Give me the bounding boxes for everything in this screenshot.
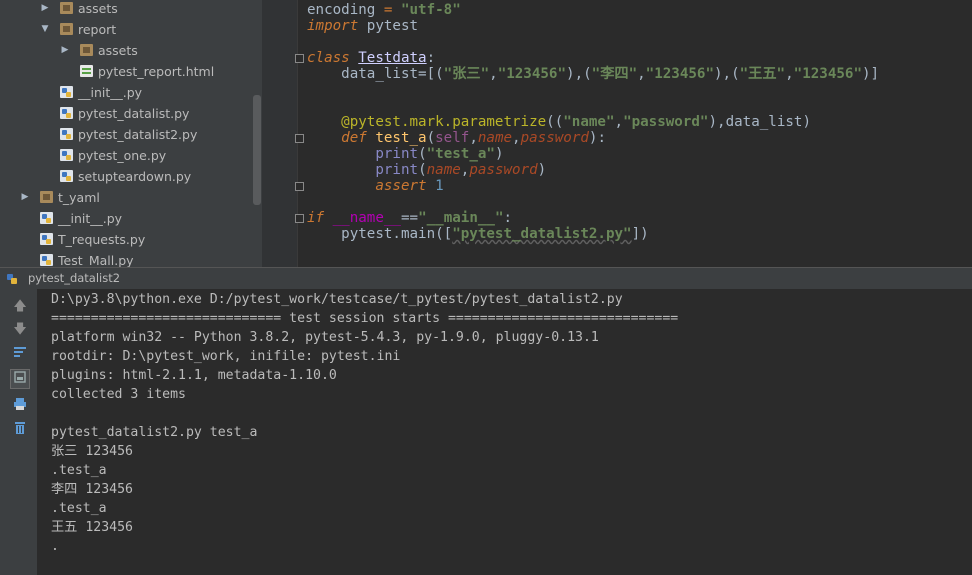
- tree-item-pytest-datalist[interactable]: pytest_datalist.py: [0, 103, 262, 124]
- console-line: pytest_datalist2.py test_a: [51, 425, 258, 440]
- chevron-right-icon[interactable]: ▶: [60, 40, 70, 61]
- folder-icon: [40, 191, 53, 203]
- tree-item-label: t_yaml: [58, 190, 100, 205]
- run-tab-title[interactable]: pytest_datalist2: [28, 271, 120, 285]
- tree-item-label: pytest_one.py: [78, 148, 167, 163]
- editor-gutter: [262, 0, 298, 267]
- code-line: data_list=[("张三","123456"),("李四","123456…: [307, 66, 880, 82]
- chevron-right-icon[interactable]: ▶: [20, 187, 30, 208]
- tree-item-label: setupteardown.py: [78, 169, 192, 184]
- code-line: print("test_a"): [375, 146, 504, 162]
- tree-item-report[interactable]: ▼ report: [0, 19, 262, 40]
- python-file-icon: [40, 233, 53, 245]
- code-line: class Testdata:: [307, 50, 436, 66]
- tree-item-pytest-report[interactable]: pytest_report.html: [0, 61, 262, 82]
- code-line: @pytest.mark.parametrize(("name","passwo…: [341, 114, 811, 130]
- code-line: import pytest: [307, 18, 419, 34]
- folder-icon: [60, 23, 73, 35]
- chevron-down-icon[interactable]: ▼: [40, 19, 50, 40]
- tree-item-label: pytest_report.html: [98, 64, 215, 79]
- arrow-up-icon[interactable]: 🡅: [10, 297, 30, 317]
- console-line: .test_a: [51, 463, 107, 478]
- fold-icon[interactable]: [295, 54, 304, 63]
- console-line: D:\py3.8\python.exe D:/pytest_work/testc…: [51, 292, 623, 307]
- tree-item-assets[interactable]: ▶ assets: [0, 0, 262, 19]
- python-file-icon: [40, 254, 53, 266]
- run-toolbar: 🡅 🡇: [0, 289, 38, 575]
- console-line: platform win32 -- Python 3.8.2, pytest-5…: [51, 330, 599, 345]
- tree-item-setupteardown[interactable]: setupteardown.py: [0, 166, 262, 187]
- project-tree: ▶ assets ▼ report ▶ assets pytest_report…: [0, 0, 262, 267]
- console-line: .: [51, 539, 59, 554]
- tree-item-label: pytest_datalist.py: [78, 106, 190, 121]
- python-file-icon: [60, 107, 73, 119]
- python-file-icon: [60, 149, 73, 161]
- python-run-icon: [7, 274, 17, 284]
- chevron-right-icon[interactable]: ▶: [40, 0, 50, 19]
- folder-icon: [80, 44, 93, 56]
- console-line: 张三 123456: [51, 444, 133, 459]
- tree-item-label: report: [78, 22, 117, 37]
- console-line: 李四 123456: [51, 482, 133, 497]
- code-line: encoding = "utf-8": [307, 2, 461, 18]
- code-editor[interactable]: encoding = "utf-8" import pytest class Tes…: [262, 0, 972, 267]
- tree-item-assets[interactable]: ▶ assets: [0, 40, 262, 61]
- tree-item-label: assets: [98, 43, 138, 58]
- arrow-down-icon[interactable]: 🡇: [10, 320, 30, 340]
- python-file-icon: [60, 86, 73, 98]
- fold-icon[interactable]: [295, 182, 304, 191]
- run-panel-header: pytest_datalist2: [0, 267, 972, 289]
- html-file-icon: [80, 65, 93, 77]
- python-file-icon: [60, 128, 73, 140]
- tree-item-pytest-one[interactable]: pytest_one.py: [0, 145, 262, 166]
- console-line: rootdir: D:\pytest_work, inifile: pytest…: [51, 349, 401, 364]
- scroll-to-end-icon[interactable]: [10, 369, 30, 389]
- console-line: ============================= test sessi…: [51, 311, 679, 326]
- print-icon[interactable]: [10, 396, 30, 416]
- code-line: def test_a(self,name,password):: [341, 130, 607, 146]
- code-line: if __name__=="__main__":: [307, 210, 513, 226]
- python-file-icon: [40, 212, 53, 224]
- tree-item-label: assets: [78, 1, 118, 16]
- code-line: print(name,password): [375, 162, 547, 178]
- tree-item-label: pytest_datalist2.py: [78, 127, 198, 142]
- tree-item-label: __init__.py: [58, 211, 123, 226]
- trash-icon[interactable]: [10, 420, 30, 440]
- code-line: pytest.main(["pytest_datalist2.py"]): [307, 226, 649, 242]
- tree-scrollbar[interactable]: [253, 95, 261, 205]
- tree-item-test-mall[interactable]: Test_Mall.py: [0, 250, 262, 267]
- tree-item-label: T_requests.py: [58, 232, 146, 247]
- console-line: plugins: html-2.1.1, metadata-1.10.0: [51, 368, 337, 383]
- soft-wrap-icon[interactable]: [10, 344, 30, 364]
- code-line: assert 1: [375, 178, 444, 194]
- tree-item-t-yaml[interactable]: ▶ t_yaml: [0, 187, 262, 208]
- console-line: .test_a: [51, 501, 107, 516]
- console-line: 王五 123456: [51, 520, 133, 535]
- tree-item-init[interactable]: __init__.py: [0, 82, 262, 103]
- python-file-icon: [60, 170, 73, 182]
- tree-item-t-requests[interactable]: T_requests.py: [0, 229, 262, 250]
- tree-item-label: __init__.py: [78, 85, 143, 100]
- fold-icon[interactable]: [295, 214, 304, 223]
- console-line: collected 3 items: [51, 387, 186, 402]
- run-console[interactable]: D:\py3.8\python.exe D:/pytest_work/testc…: [38, 289, 972, 575]
- tree-item-pytest-datalist2[interactable]: pytest_datalist2.py: [0, 124, 262, 145]
- tree-item-label: Test_Mall.py: [58, 253, 134, 267]
- fold-icon[interactable]: [295, 134, 304, 143]
- tree-item-init[interactable]: __init__.py: [0, 208, 262, 229]
- folder-icon: [60, 2, 73, 14]
